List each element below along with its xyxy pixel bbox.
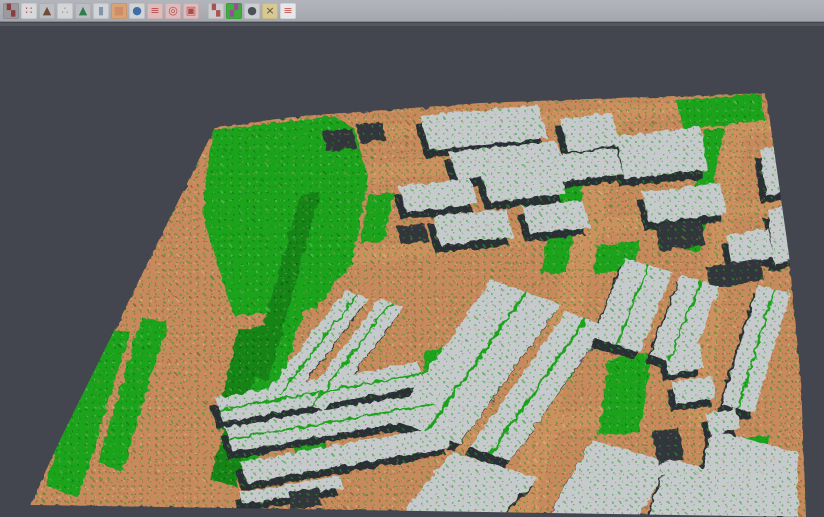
classified-point-cloud	[0, 22, 824, 517]
toolbar-divider	[0, 23, 824, 26]
registration-points-icon[interactable]: ∷	[21, 3, 37, 19]
terrain-brown-icon[interactable]: ▲	[39, 3, 55, 19]
orthophoto-icon[interactable]: ■	[111, 3, 127, 19]
toolbar: ▚∷▲∴▲▮■●≡◎▣▚▞●×≡	[0, 0, 824, 22]
terrain-green-icon[interactable]: ▲	[75, 3, 91, 19]
toolbar-separator	[200, 3, 207, 19]
column-view-icon[interactable]: ▮	[93, 3, 109, 19]
striped-flag-icon[interactable]: ≡	[280, 3, 296, 19]
point-cloud-viewer-window: ▚∷▲∴▲▮■●≡◎▣▚▞●×≡	[0, 0, 824, 517]
viewport-3d[interactable]	[0, 22, 824, 517]
dark-sphere-icon[interactable]: ●	[244, 3, 260, 19]
classification-colors-icon[interactable]: ▞	[226, 3, 242, 19]
colored-points-icon[interactable]: ▚	[3, 3, 19, 19]
annotation-x-icon[interactable]: ×	[262, 3, 278, 19]
checker-selection-icon[interactable]: ▚	[208, 3, 224, 19]
sparse-points-icon[interactable]: ∴	[57, 3, 73, 19]
red-ring-icon[interactable]: ◎	[165, 3, 181, 19]
crop-region-icon[interactable]: ▣	[183, 3, 199, 19]
red-layers-icon[interactable]: ≡	[147, 3, 163, 19]
globe-icon[interactable]: ●	[129, 3, 145, 19]
point-cloud-scene	[0, 22, 824, 517]
